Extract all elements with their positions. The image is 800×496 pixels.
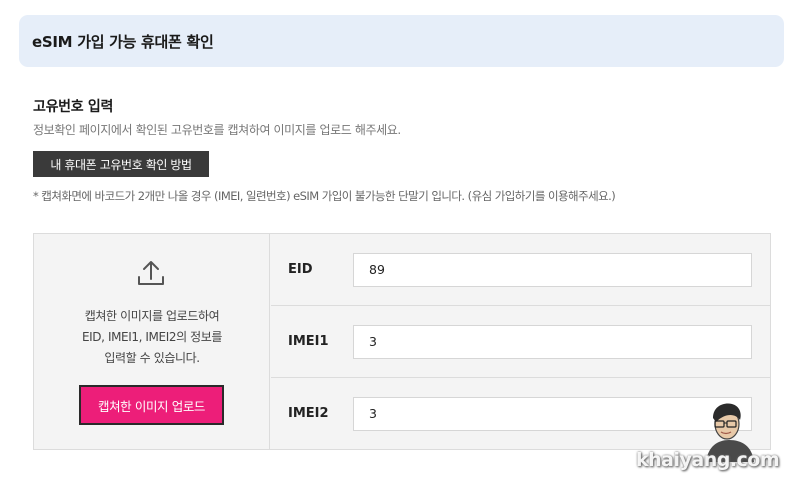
guide-button[interactable]: 내 휴대폰 고유번호 확인 방법 <box>33 151 209 177</box>
upload-text-line: 입력할 수 있습니다. <box>104 351 200 365</box>
imei1-input[interactable] <box>353 324 752 359</box>
fields-panel: EID IMEI1 IMEI2 <box>271 234 770 449</box>
imei2-label: IMEI2 <box>288 406 329 421</box>
field-row-eid: EID <box>271 234 770 306</box>
upload-image-button[interactable]: 캡쳐한 이미지 업로드 <box>79 385 224 425</box>
page-title: eSIM 가입 가능 휴대폰 확인 <box>32 32 214 51</box>
field-row-imei1: IMEI1 <box>271 306 770 378</box>
imei1-label: IMEI1 <box>288 334 329 349</box>
upload-text-line: EID, IMEI1, IMEI2의 정보를 <box>81 330 223 344</box>
field-row-imei2: IMEI2 <box>271 378 770 449</box>
section-description: 정보확인 페이지에서 확인된 고유번호를 캡쳐하여 이미지를 업로드 해주세요. <box>33 123 401 137</box>
watermark-text: khaiyang.com <box>636 449 780 471</box>
page-header: eSIM 가입 가능 휴대폰 확인 <box>19 15 784 67</box>
barcode-note: * 캡쳐화면에 바코드가 2개만 나올 경우 (IMEI, 일련번호) eSIM… <box>33 189 616 203</box>
upload-panel: 캡쳐한 이미지를 업로드하여 EID, IMEI1, IMEI2의 정보를 입력… <box>34 234 270 449</box>
section-title: 고유번호 입력 <box>33 99 114 115</box>
eid-input[interactable] <box>353 252 752 287</box>
upload-instructions: 캡쳐한 이미지를 업로드하여 EID, IMEI1, IMEI2의 정보를 입력… <box>34 306 270 369</box>
eid-label: EID <box>288 262 313 277</box>
imei2-input[interactable] <box>353 396 752 431</box>
upload-icon[interactable] <box>136 258 166 288</box>
serial-form: 캡쳐한 이미지를 업로드하여 EID, IMEI1, IMEI2의 정보를 입력… <box>33 233 771 450</box>
upload-text-line: 캡쳐한 이미지를 업로드하여 <box>84 309 220 323</box>
